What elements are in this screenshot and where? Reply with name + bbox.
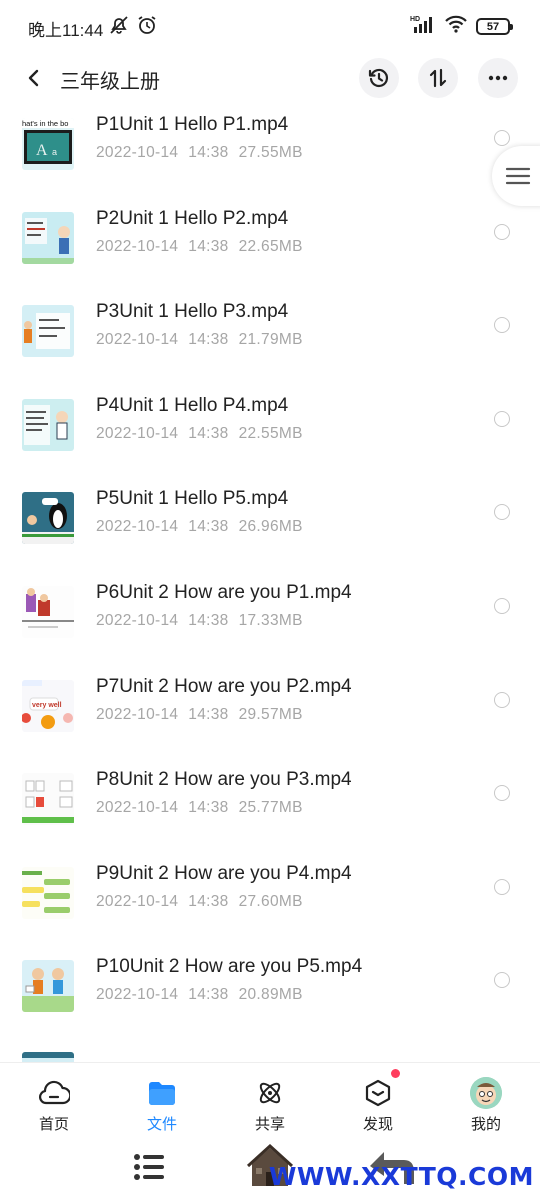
svg-text:very well: very well [32,702,62,709]
file-name: P9Unit 2 How are you P4.mp4 [96,862,352,884]
avatar-icon [470,1077,502,1109]
file-name: P3Unit 1 Hello P3.mp4 [96,301,289,323]
file-item[interactable]: very well P7Unit 2 How are you P2.mp4 20… [0,668,540,762]
file-meta: 2022-10-14 14:38 20.89MB [96,986,303,1004]
notification-badge [391,1069,400,1078]
cloud-home-icon [38,1077,70,1109]
folder-icon [146,1077,178,1109]
history-button[interactable] [359,58,399,98]
signal-icon: HD [410,14,436,39]
file-item[interactable]: P6Unit 2 How are you P1.mp4 2022-10-14 14… [0,574,540,668]
file-item-partial[interactable] [0,1042,540,1062]
video-thumbnail [22,492,74,545]
file-item[interactable]: P5Unit 1 Hello P5.mp4 2022-10-14 14:38 26.… [0,480,540,574]
file-item[interactable]: P2Unit 1 Hello P2.mp4 2022-10-14 14:38 22.… [0,200,540,294]
file-item[interactable]: P8Unit 2 How are you P3.mp4 2022-10-14 14… [0,761,540,855]
file-item[interactable]: P3Unit 1 Hello P3.mp4 2022-10-14 14:38 21.… [0,293,540,387]
file-name: P4Unit 1 Hello P4.mp4 [96,394,289,416]
select-radio[interactable] [494,878,510,895]
nav-files[interactable]: 文件 [127,1077,197,1137]
select-radio[interactable] [494,785,510,802]
page-title: 三年级上册 [60,71,160,93]
file-name: P5Unit 1 Hello P5.mp4 [96,488,289,510]
header: 三年级上册 [0,52,540,106]
select-radio[interactable] [494,691,510,708]
more-button[interactable] [478,58,518,98]
file-meta: 2022-10-14 14:38 25.77MB [96,799,303,817]
file-list: hat's in the bo Aa P1Unit 1 Hello P1.mp4 … [0,106,540,1062]
back-arrow-icon [28,69,39,87]
file-meta: 2022-10-14 14:38 26.96MB [96,518,303,536]
status-bar: 晚上11:44 HD 57 [0,0,540,52]
file-meta: 2022-10-14 14:38 22.65MB [96,237,303,255]
select-radio[interactable] [494,972,510,989]
file-name: P10Unit 2 How are you P5.mp4 [96,956,363,978]
video-thumbnail [22,773,74,826]
file-name: P7Unit 2 How are you P2.mp4 [96,675,352,697]
sort-icon [429,68,447,88]
video-thumbnail [22,586,74,638]
system-navigation-bar: WWW.XXTTQ.COM [0,1138,540,1200]
video-thumbnail [22,960,74,1013]
video-thumbnail: hat's in the bo Aa [22,118,74,170]
nav-home[interactable]: 首页 [19,1077,89,1137]
svg-text:HD: HD [410,16,420,23]
file-meta: 2022-10-14 14:38 17.33MB [96,612,303,629]
select-radio[interactable] [494,130,510,146]
select-radio[interactable] [494,504,510,521]
nav-discover[interactable]: 发现 [343,1069,413,1137]
status-time: 晚上11:44 [28,21,104,40]
bottom-navigation: 首页 文件 共享 发现 我的 [0,1062,540,1138]
file-name: P8Unit 2 How are you P3.mp4 [96,769,352,791]
wifi-icon [444,14,468,39]
nav-profile[interactable]: 我的 [451,1077,521,1137]
sort-button[interactable] [418,58,458,98]
file-meta: 2022-10-14 14:38 22.55MB [96,424,303,442]
select-radio[interactable] [494,410,510,427]
mute-bell-icon [108,14,130,41]
svg-text:hat's in the bo: hat's in the bo [22,119,68,128]
hamburger-icon [505,167,531,185]
video-thumbnail [22,211,74,264]
file-meta: 2022-10-14 14:38 21.79MB [96,331,303,349]
more-icon [488,75,508,81]
svg-text:A: A [36,142,48,159]
discover-box-icon [362,1069,400,1109]
share-atom-icon [254,1077,286,1109]
video-thumbnail [22,305,74,358]
file-meta: 2022-10-14 14:38 27.60MB [96,892,303,910]
video-thumbnail: very well [22,679,74,732]
svg-text:a: a [52,147,57,157]
file-meta: 2022-10-14 14:38 29.57MB [96,705,303,723]
file-name: P1Unit 1 Hello P1.mp4 [96,114,289,135]
file-item[interactable]: P10Unit 2 How are you P5.mp4 2022-10-14 1… [0,948,540,1042]
menu-list-icon [134,1154,164,1180]
file-meta: 2022-10-14 14:38 27.55MB [96,144,303,161]
history-icon [368,68,388,88]
nav-share[interactable]: 共享 [235,1077,305,1137]
recents-button[interactable] [132,1150,166,1189]
back-button[interactable] [16,60,52,96]
file-name: P6Unit 2 How are you P1.mp4 [96,582,352,603]
video-thumbnail [22,398,74,451]
file-item[interactable]: P9Unit 2 How are you P4.mp4 2022-10-14 14… [0,855,540,949]
select-radio[interactable] [494,317,510,334]
select-radio[interactable] [494,598,510,614]
alarm-icon [136,14,158,41]
select-radio[interactable] [494,223,510,240]
video-thumbnail [22,1052,74,1062]
file-name: P2Unit 1 Hello P2.mp4 [96,207,289,229]
video-thumbnail [22,866,74,919]
file-item[interactable]: hat's in the bo Aa P1Unit 1 Hello P1.mp4 … [0,106,540,200]
battery-indicator: 57 [476,18,513,35]
watermark: WWW.XXTTQ.COM [268,1162,534,1191]
file-item[interactable]: P4Unit 1 Hello P4.mp4 2022-10-14 14:38 22.… [0,387,540,481]
